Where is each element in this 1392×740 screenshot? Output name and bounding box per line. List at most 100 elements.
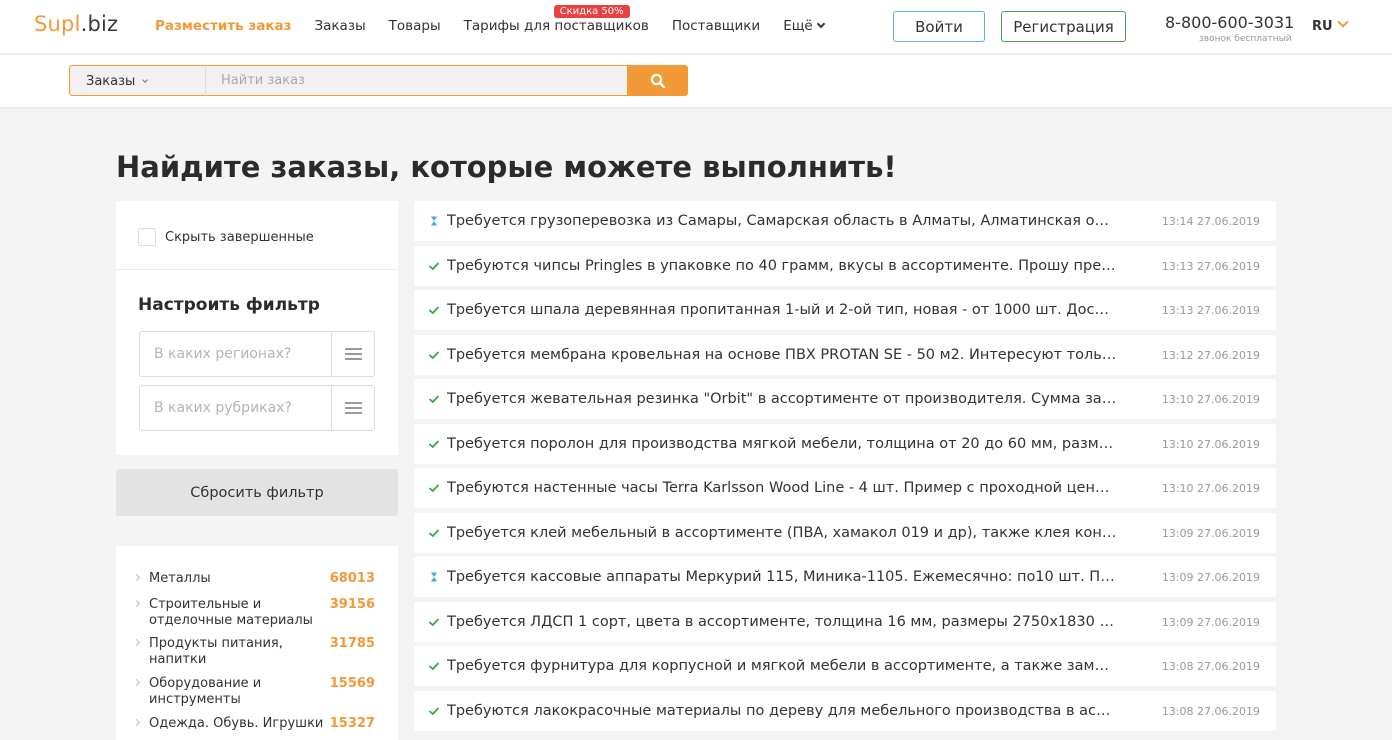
order-row[interactable]: Требуется клей мебельный в ассортименте … — [414, 513, 1276, 553]
checkmark-icon — [429, 262, 439, 271]
order-time: 13:10 27.06.2019 — [1161, 482, 1260, 495]
category-count: 15327 — [329, 716, 375, 731]
order-title[interactable]: Требуется фурнитура для корпусной и мягк… — [447, 658, 1117, 674]
chevron-right-icon — [132, 599, 141, 608]
order-row[interactable]: Требуется кассовые аппараты Меркурий 115… — [414, 557, 1276, 597]
order-title[interactable]: Требуется поролон для производства мягко… — [447, 436, 1117, 452]
chevron-down-icon[interactable] — [1337, 16, 1349, 28]
category-count: 68013 — [329, 571, 375, 586]
nav-supplier-tariffs-label: Тарифы для поставщиков — [463, 18, 649, 34]
login-button[interactable]: Войти — [893, 11, 985, 42]
category-name: Строительные и отделочные материалы — [149, 597, 313, 628]
order-time: 13:08 27.06.2019 — [1161, 705, 1260, 718]
order-title[interactable]: Требуется клей мебельный в ассортименте … — [447, 525, 1117, 541]
order-time: 13:10 27.06.2019 — [1161, 438, 1260, 451]
search-button[interactable] — [627, 65, 688, 96]
order-title[interactable]: Требуется ЛДСП 1 сорт, цвета в ассортиме… — [447, 614, 1117, 630]
order-row[interactable]: Требуется поролон для производства мягко… — [414, 424, 1276, 464]
rubrics-input[interactable] — [140, 386, 331, 430]
order-time: 13:13 27.06.2019 — [1161, 304, 1260, 317]
discount-badge: Скидка 50% — [553, 5, 630, 18]
order-title[interactable]: Требуется шпала деревянная пропитанная 1… — [447, 302, 1117, 318]
checkmark-icon — [429, 306, 439, 315]
hide-completed-label: Скрыть завершенные — [165, 229, 314, 245]
chevron-down-icon — [816, 19, 825, 29]
hourglass-icon — [431, 216, 437, 226]
search-scope-select[interactable]: Заказы — [69, 65, 205, 96]
chevron-right-icon — [132, 718, 141, 727]
language-selector[interactable]: RU — [1312, 19, 1333, 34]
page-title: Найдите заказы, которые можете выполнить… — [116, 150, 897, 184]
nav-more-label: Ещё — [783, 18, 813, 34]
rubrics-menu-button[interactable] — [331, 386, 374, 430]
category-list: Металлы 68013 Строительные и отделочные … — [116, 546, 398, 740]
order-time: 13:10 27.06.2019 — [1161, 393, 1260, 406]
order-time: 13:09 27.06.2019 — [1161, 527, 1260, 540]
nav-suppliers[interactable]: Поставщики — [672, 18, 760, 34]
category-name: Продукты питания, напитки — [149, 636, 283, 667]
filter-divider — [116, 269, 398, 270]
order-time: 13:13 27.06.2019 — [1161, 260, 1260, 273]
phone-note: звонок бесплатный — [1199, 34, 1292, 44]
order-row[interactable]: Требуется фурнитура для корпусной и мягк… — [414, 646, 1276, 686]
nav-more[interactable]: Ещё — [783, 18, 825, 34]
order-row[interactable]: Требуются лакокрасочные материалы по дер… — [414, 691, 1276, 731]
order-row[interactable]: Требуются чипсы Pringles в упаковке по 4… — [414, 246, 1276, 286]
order-time: 13:12 27.06.2019 — [1161, 349, 1260, 362]
checkmark-icon — [429, 395, 439, 404]
order-title[interactable]: Требуется кассовые аппараты Меркурий 115… — [447, 569, 1117, 585]
order-row[interactable]: Требуется ЛДСП 1 сорт, цвета в ассортиме… — [414, 602, 1276, 642]
order-title[interactable]: Требуются настенные часы Terra Karlsson … — [447, 480, 1117, 496]
order-row[interactable]: Требуется мембрана кровельная на основе … — [414, 335, 1276, 375]
search-scope-label: Заказы — [86, 74, 136, 89]
regions-field — [139, 331, 375, 377]
category-count: 31785 — [329, 636, 375, 651]
chevron-right-icon — [132, 638, 141, 647]
checkmark-icon — [429, 484, 439, 493]
register-button[interactable]: Регистрация — [1001, 11, 1126, 42]
nav-place-order[interactable]: Разместить заказ — [155, 18, 291, 34]
order-title[interactable]: Требуются лакокрасочные материалы по дер… — [447, 703, 1117, 719]
search-bar: Заказы — [0, 55, 1392, 107]
order-time: 13:09 27.06.2019 — [1161, 616, 1260, 629]
hide-completed-toggle[interactable]: Скрыть завершенные — [138, 228, 314, 246]
order-time: 13:08 27.06.2019 — [1161, 660, 1260, 673]
order-time: 13:09 27.06.2019 — [1161, 571, 1260, 584]
order-row[interactable]: Требуется шпала деревянная пропитанная 1… — [414, 290, 1276, 330]
checkmark-icon — [429, 529, 439, 538]
order-row[interactable]: Требуется грузоперевозка из Самары, Сама… — [414, 201, 1276, 241]
search-input[interactable] — [205, 65, 628, 96]
order-title[interactable]: Требуются чипсы Pringles в упаковке по 4… — [447, 258, 1117, 274]
category-count: 39156 — [329, 597, 375, 612]
nav-orders[interactable]: Заказы — [314, 18, 365, 34]
main-nav: Разместить заказ Заказы Товары Тарифы дл… — [155, 5, 847, 34]
checkmark-icon — [429, 440, 439, 449]
filter-panel: Скрыть завершенные Настроить фильтр — [116, 201, 398, 455]
search-icon — [650, 73, 665, 88]
category-count: 15569 — [329, 676, 375, 691]
order-title[interactable]: Требуется грузоперевозка из Самары, Сама… — [447, 213, 1117, 229]
hourglass-icon — [431, 572, 437, 582]
top-header: Supl.biz Разместить заказ Заказы Товары … — [0, 0, 1392, 54]
order-row[interactable]: Требуются настенные часы Terra Karlsson … — [414, 468, 1276, 508]
phone-number[interactable]: 8-800-600-3031 — [1165, 13, 1294, 32]
regions-input[interactable] — [140, 332, 331, 376]
order-title[interactable]: Требуется жевательная резинка "Orbit" в … — [447, 391, 1117, 407]
menu-icon — [345, 402, 362, 404]
rubrics-field — [139, 385, 375, 431]
regions-menu-button[interactable] — [331, 332, 374, 376]
nav-supplier-tariffs[interactable]: Тарифы для поставщиков Скидка 50% — [463, 5, 649, 34]
chevron-right-icon — [132, 678, 141, 687]
menu-icon — [345, 348, 362, 350]
chevron-down-icon — [142, 77, 149, 83]
nav-products[interactable]: Товары — [389, 18, 441, 34]
reset-filter-button[interactable]: Сбросить фильтр — [116, 469, 398, 516]
chevron-right-icon — [132, 573, 141, 582]
hide-completed-checkbox[interactable] — [138, 228, 156, 246]
checkmark-icon — [429, 662, 439, 671]
site-logo[interactable]: Supl.biz — [34, 12, 118, 36]
order-title[interactable]: Требуется мембрана кровельная на основе … — [447, 347, 1117, 363]
order-row[interactable]: Требуется жевательная резинка "Orbit" в … — [414, 379, 1276, 419]
category-name: Оборудование и инструменты — [149, 676, 262, 707]
checkmark-icon — [429, 707, 439, 716]
